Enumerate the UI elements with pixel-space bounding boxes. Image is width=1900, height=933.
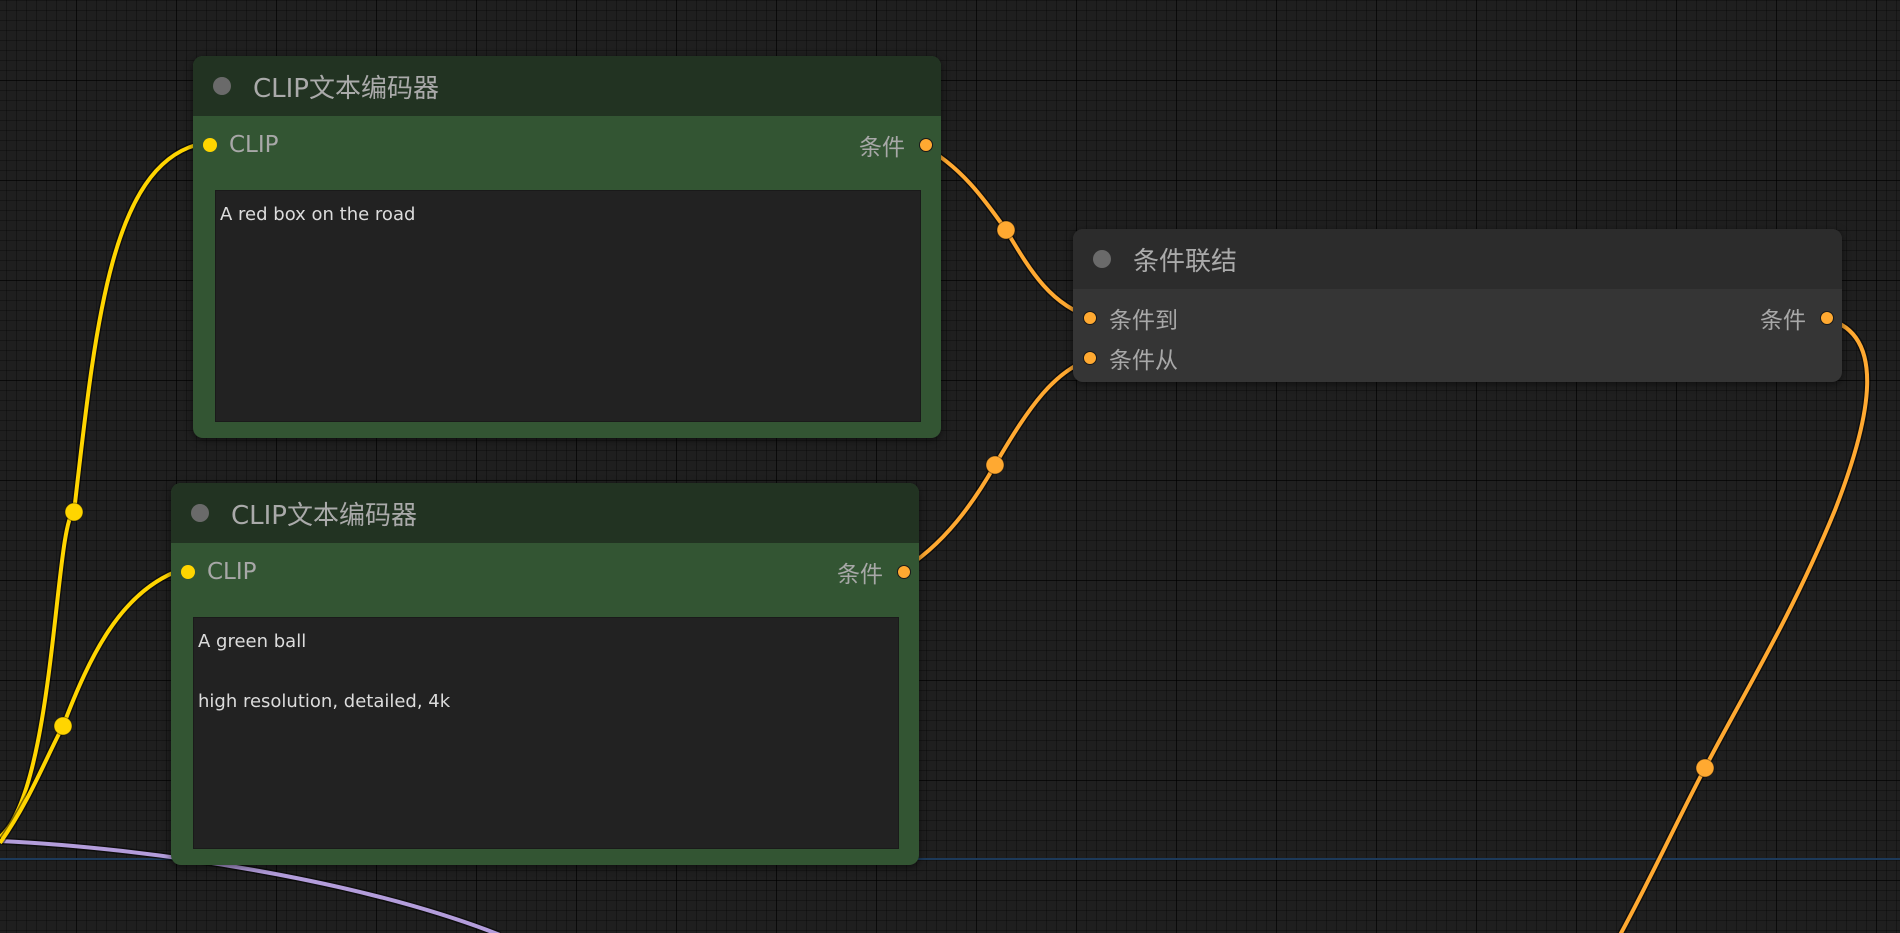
link-midpoint-icon[interactable] [1695,758,1715,778]
conditioning-output-slot[interactable]: 条件 [1760,303,1834,334]
link-midpoint-icon[interactable] [53,716,73,736]
clip-link-2[interactable] [0,570,176,845]
conditioning-output-slot[interactable]: 条件 [859,130,933,161]
collapse-dot-icon[interactable] [213,77,231,95]
slot-label: 条件 [1760,308,1806,334]
node-header[interactable]: 条件联结 [1073,229,1842,289]
conditioning-link-3[interactable] [1618,316,1870,933]
output-port-icon[interactable] [1820,311,1834,325]
input-port-icon[interactable] [1083,311,1097,325]
input-port-icon[interactable] [203,138,217,152]
clip-link-1-shadow [0,141,197,840]
output-port-icon[interactable] [897,565,911,579]
output-port-icon[interactable] [919,138,933,152]
prompt-text-input[interactable]: A red box on the road [215,190,921,422]
node-header[interactable]: CLIP文本编码器 [171,483,919,543]
slot-label: 条件从 [1109,348,1178,374]
link-midpoint-icon[interactable] [64,502,84,522]
node-header[interactable]: CLIP文本编码器 [193,56,941,116]
conditioning-link-3-shadow [1617,314,1871,933]
node-title: 条件联结 [1133,246,1238,277]
slot-label: 条件 [837,562,883,588]
collapse-dot-icon[interactable] [1093,250,1111,268]
clip-text-encoder-node-1[interactable]: CLIP文本编码器 CLIP 条件 A red box on the road [193,56,941,438]
slot-label: 条件 [859,135,905,161]
clip-link-1[interactable] [0,143,197,839]
clip-text-encoder-node-2[interactable]: CLIP文本编码器 CLIP 条件 A green ball high reso… [171,483,919,865]
node-title: CLIP文本编码器 [253,73,439,104]
conditioning-output-slot[interactable]: 条件 [837,557,911,588]
clip-input-slot[interactable]: CLIP [181,557,257,587]
slot-label: 条件到 [1109,308,1178,334]
input-port-icon[interactable] [1083,351,1097,365]
conditioning-from-input-slot[interactable]: 条件从 [1083,343,1178,374]
conditioning-to-input-slot[interactable]: 条件到 [1083,303,1178,334]
collapse-dot-icon[interactable] [191,504,209,522]
input-port-icon[interactable] [181,565,195,579]
link-midpoint-icon[interactable] [996,220,1016,240]
link-midpoint-icon[interactable] [985,455,1005,475]
clip-input-slot[interactable]: CLIP [203,130,279,160]
slot-label: CLIP [229,132,279,158]
slot-label: CLIP [207,559,257,585]
conditioning-concat-node[interactable]: 条件联结 条件到 条件从 条件 [1073,229,1842,382]
prompt-text-input[interactable]: A green ball high resolution, detailed, … [193,617,899,849]
node-title: CLIP文本编码器 [231,500,417,531]
